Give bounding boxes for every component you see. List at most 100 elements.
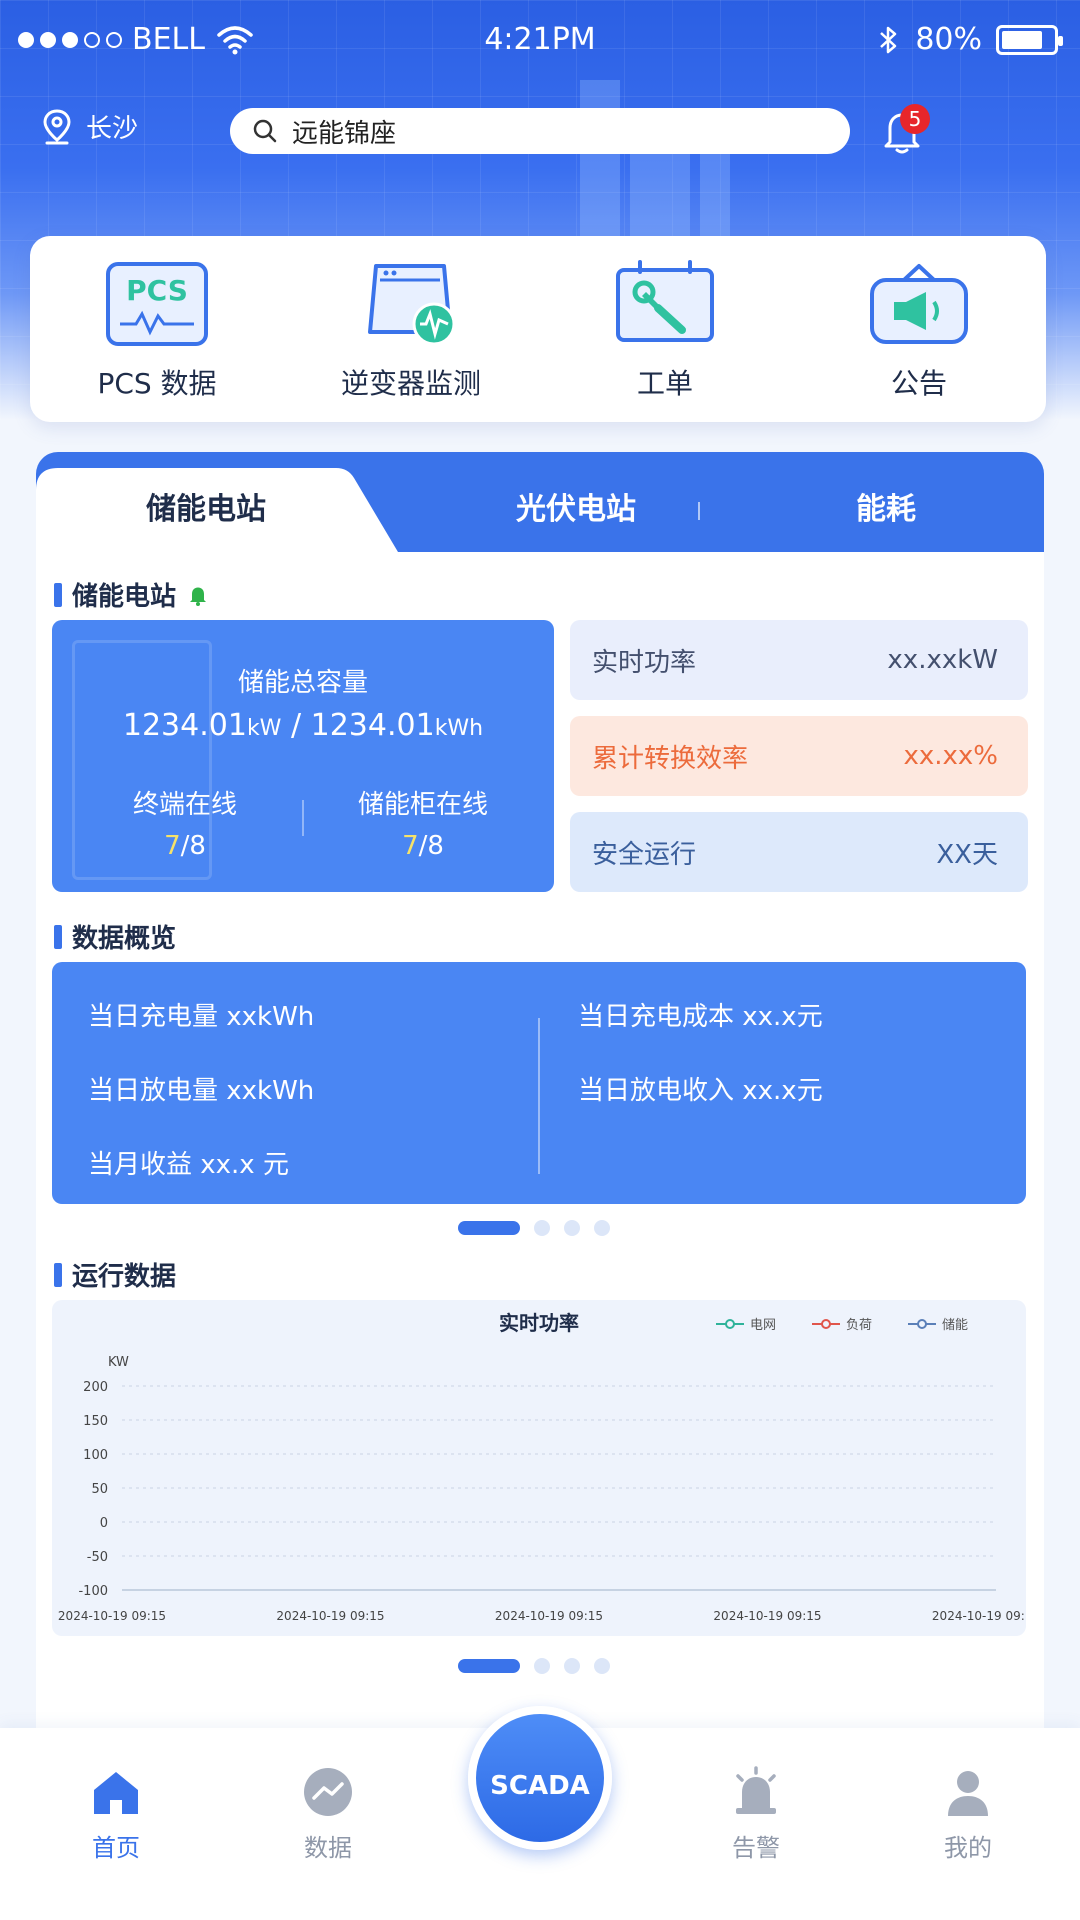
pager-dot[interactable]: [534, 1220, 550, 1236]
y-tick-label-5: -50: [87, 1550, 108, 1565]
quick-label-announcement: 公告: [890, 367, 947, 400]
work-order-icon: [616, 260, 714, 342]
data-icon: [304, 1768, 352, 1816]
y-tick-label-0: 200: [83, 1380, 108, 1395]
quick-label-pcs: PCS 数据: [97, 367, 217, 400]
scada-button[interactable]: SCADA: [468, 1706, 612, 1850]
y-tick-label-6: -100: [78, 1584, 108, 1599]
section-title-running-text: 运行数据: [72, 1262, 177, 1292]
legend-marker-0: [725, 1319, 735, 1329]
stat-conversion-efficiency[interactable]: 累计转换效率 xx.xx%: [570, 716, 1028, 796]
stat-safe-operation-label: 安全运行: [592, 839, 697, 870]
overview-discharge-income: 当日放电收入 xx.x元: [578, 1076, 823, 1106]
legend-label-2: 储能: [942, 1318, 968, 1333]
section-title-overview-text: 数据概览: [72, 924, 177, 954]
legend-marker-2: [917, 1319, 927, 1329]
battery-percent: 80%: [915, 22, 982, 57]
x-tick-label-3: 2024-10-19 09:15: [713, 1609, 821, 1623]
terminal-online-count: 7/8: [164, 831, 206, 861]
quick-item-announcement[interactable]: 公告: [792, 236, 1046, 422]
pager-dot[interactable]: [534, 1658, 550, 1674]
profile-icon: [948, 1771, 988, 1816]
y-tick-label-4: 0: [100, 1516, 108, 1531]
pager-dot-active[interactable]: [458, 1659, 520, 1673]
location-selector[interactable]: 长沙: [42, 108, 138, 145]
section-title-overview: 数据概览: [54, 918, 176, 955]
pager-dot[interactable]: [594, 1220, 610, 1236]
nav-profile[interactable]: 我的: [908, 1764, 1028, 1863]
search-bar[interactable]: [230, 108, 850, 154]
tab-energy-consumption[interactable]: 能耗: [736, 468, 1036, 552]
stat-realtime-power-value: xx.xxkW: [887, 645, 998, 675]
nav-profile-label: 我的: [944, 1834, 992, 1862]
overview-pager[interactable]: [458, 1220, 610, 1236]
quick-item-pcs[interactable]: PCS PCS 数据: [30, 236, 284, 422]
overview-daily-discharge: 当日放电量 xxkWh: [88, 1076, 315, 1106]
legend-label-0: 电网: [750, 1318, 776, 1333]
terminal-online-label: 终端在线: [132, 790, 237, 820]
inverter-monitor-icon: [368, 264, 456, 346]
overview-daily-charge: 当日充电量 xxkWh: [88, 1002, 315, 1032]
tab-pv-station[interactable]: 光伏电站: [386, 468, 766, 552]
nav-alarm[interactable]: 告警: [696, 1764, 816, 1863]
bluetooth-icon: [880, 26, 897, 53]
quick-item-inverter[interactable]: 逆变器监测: [284, 236, 538, 422]
search-input[interactable]: [292, 116, 812, 146]
y-tick-label-3: 50: [91, 1482, 108, 1497]
status-bar: BELL 4:21PM 80%: [0, 0, 1080, 84]
storage-capacity-value: 1234.01kW / 1234.01kWh: [122, 708, 484, 743]
x-tick-label-2: 2024-10-19 09:15: [495, 1609, 603, 1623]
data-overview-card[interactable]: 当日充电量 xxkWh 当日放电量 xxkWh 当月收益 xx.x 元 当日充电…: [52, 962, 1026, 1204]
stat-realtime-power-label: 实时功率: [592, 647, 697, 678]
location-label: 长沙: [86, 114, 139, 144]
cabinet-online-count: 7/8: [402, 831, 444, 861]
storage-capacity-card[interactable]: 储能总容量 1234.01kW / 1234.01kWh 终端在线 7/8 储能…: [52, 620, 554, 892]
x-tick-label-0: 2024-10-19 09:15: [58, 1609, 166, 1623]
stat-safe-operation[interactable]: 安全运行 XX天: [570, 812, 1028, 892]
x-tick-label-1: 2024-10-19 09:15: [276, 1609, 384, 1623]
realtime-power-chart[interactable]: 实时功率 电网 负荷 储能 KW 200 150 100 50 0 -50 -100 2024-10-1…: [52, 1300, 1026, 1636]
pager-dot[interactable]: [564, 1220, 580, 1236]
section-title-storage-text: 储能电站: [72, 582, 177, 612]
section-title-storage: 储能电站: [54, 576, 210, 613]
pager-dot-active[interactable]: [458, 1221, 520, 1235]
location-pin-icon: [43, 108, 71, 144]
overview-charge-cost: 当日充电成本 xx.x元: [578, 1002, 823, 1032]
y-axis-label: KW: [108, 1355, 129, 1370]
nav-home-label: 首页: [92, 1834, 140, 1862]
cabinet-online-label: 储能柜在线: [357, 790, 488, 820]
pager-dot[interactable]: [594, 1658, 610, 1674]
quick-label-work-order: 工单: [636, 367, 693, 400]
y-tick-label-2: 100: [83, 1448, 108, 1463]
stat-realtime-power[interactable]: 实时功率 xx.xxkW: [570, 620, 1028, 700]
x-tick-label-4: 2024-10-19 09:15: [932, 1609, 1026, 1623]
main-content: 储能电站 储能总容量 1234.01kW / 1234.01kWh 终端在线 7…: [36, 552, 1044, 1732]
pcs-icon: PCS: [106, 262, 208, 346]
storage-card-divider: [302, 800, 304, 836]
stat-conversion-efficiency-label: 累计转换效率: [592, 743, 749, 774]
legend-marker-1: [821, 1319, 831, 1329]
stat-safe-operation-value: XX天: [936, 839, 998, 870]
pager-dot[interactable]: [564, 1658, 580, 1674]
quick-item-work-order[interactable]: 工单: [538, 236, 792, 422]
search-icon: [253, 119, 277, 143]
chart-pager[interactable]: [458, 1658, 610, 1674]
home-icon: [94, 1772, 138, 1814]
nav-home[interactable]: 首页: [56, 1764, 176, 1863]
chart-svg: 实时功率 电网 负荷 储能 KW200 150 100 50 0 -50 -100 2024-10-1…: [58, 1311, 1026, 1623]
terminal-online: 终端在线 7/8: [70, 784, 300, 861]
alarm-icon: [736, 1766, 776, 1814]
storage-card-title: 储能总容量: [237, 668, 368, 698]
green-bell-icon: [190, 587, 207, 606]
chart-title: 实时功率: [499, 1311, 579, 1335]
stat-conversion-efficiency-value: xx.xx%: [903, 741, 998, 771]
y-tick-label-1: 150: [83, 1414, 108, 1429]
overview-monthly-income: 当月收益 xx.x 元: [88, 1150, 289, 1180]
svg-text:PCS: PCS: [126, 274, 188, 307]
nav-data[interactable]: 数据: [268, 1764, 388, 1863]
nav-data-label: 数据: [304, 1834, 352, 1862]
tab-storage-station[interactable]: 储能电站: [36, 468, 376, 552]
cabinet-online: 储能柜在线 7/8: [308, 784, 538, 861]
section-title-running: 运行数据: [54, 1256, 176, 1293]
station-tabs: 储能电站 光伏电站 能耗: [36, 452, 1044, 552]
